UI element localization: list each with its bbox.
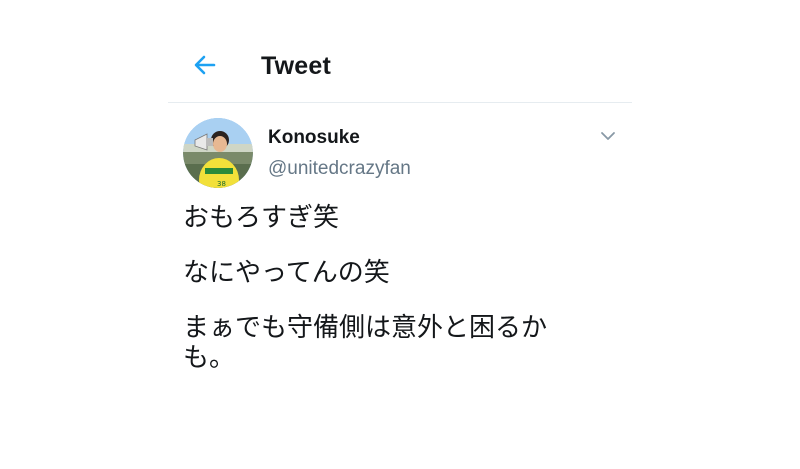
tweet-line: なにやってんの笑 [183,258,390,288]
tweet-text: おもろすぎ笑 なにやってんの笑 まぁでも守備側は意外と困るか も。 [183,203,613,373]
author-handle[interactable]: @unitedcrazyfan [268,158,411,180]
page-title: Tweet [261,52,331,80]
arrow-left-icon [194,55,216,75]
tweet-menu-button[interactable] [598,128,618,144]
avatar[interactable]: 38 [183,118,253,188]
chevron-down-icon [601,132,615,140]
svg-text:38: 38 [217,180,226,188]
avatar-photo: 38 [183,118,253,188]
back-button[interactable] [190,50,220,80]
tweet-line: まぁでも守備側は意外と困るか [183,313,548,343]
author-display-name[interactable]: Konosuke [268,127,360,149]
tweet-header: Tweet [168,40,632,103]
tweet-line: も。 [183,343,236,373]
tweet-line: おもろすぎ笑 [183,203,340,233]
tweet-page: Tweet 38 Konosuke @unitedcrazyfan おもろすぎ笑… [0,0,800,469]
